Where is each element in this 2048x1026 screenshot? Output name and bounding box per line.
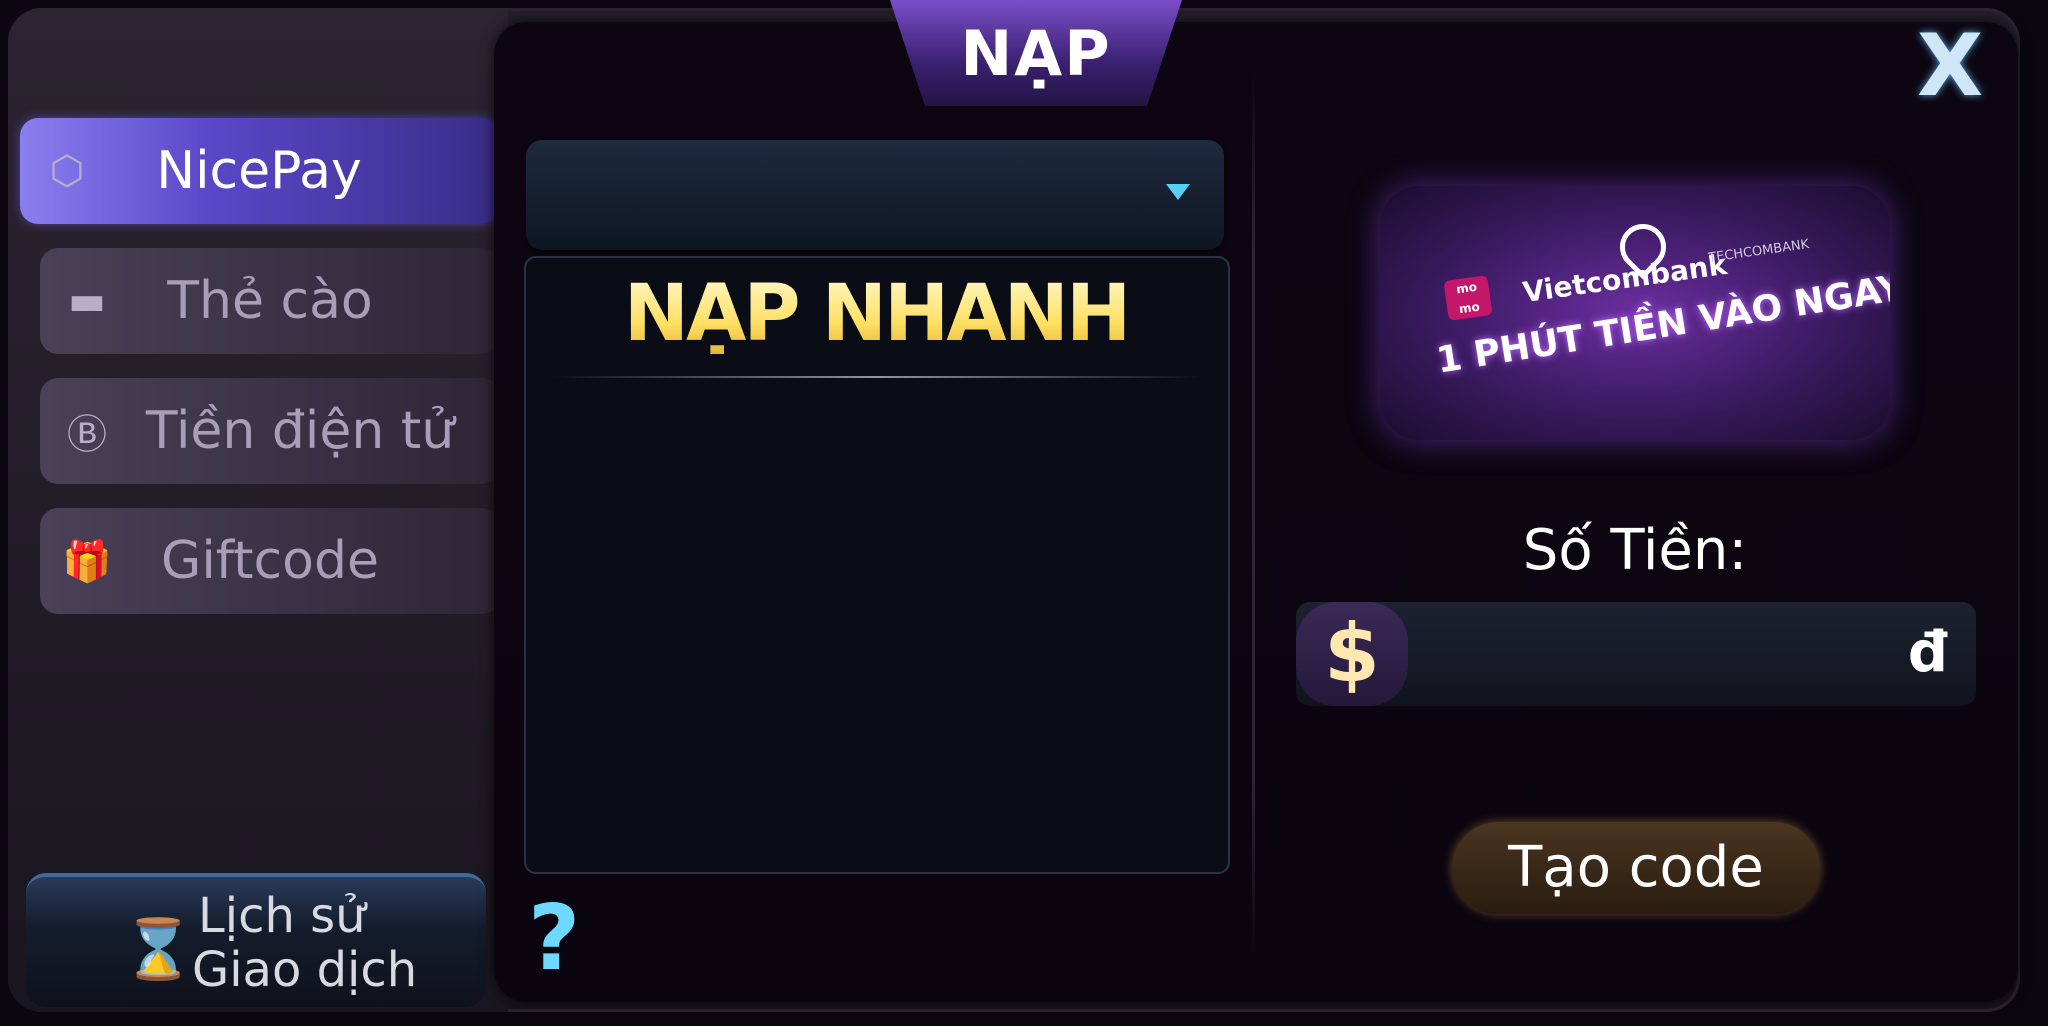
amount-input[interactable]: $ đ	[1296, 602, 1976, 706]
sidebar: ⬡ NicePay ▬ Thẻ cào Ⓑ Tiền điện tử 🎁 Gif…	[8, 8, 508, 1012]
currency-label: đ	[1907, 620, 1948, 685]
banner-brand2: TECHCOMBANK	[1707, 237, 1811, 266]
momo-logo: mo mo	[1443, 275, 1493, 321]
sidebar-item-scratch-card[interactable]: ▬ Thẻ cào	[40, 248, 500, 354]
dollar-icon: $	[1296, 602, 1408, 706]
close-button[interactable]: X	[1908, 23, 1992, 109]
history-label: Lịch sử Giao dịch	[192, 888, 418, 998]
page-title: NẠP	[960, 16, 1112, 90]
amount-label: Số Tiền:	[1522, 518, 1748, 583]
create-code-button[interactable]: Tạo code	[1452, 822, 1820, 914]
transaction-history-button[interactable]: ⌛ Lịch sử Giao dịch	[26, 873, 486, 1007]
sidebar-item-label: NicePay	[156, 141, 362, 201]
sidebar-item-label: Giftcode	[161, 531, 379, 591]
hourglass-icon: ⌛	[122, 915, 195, 983]
divider	[1252, 70, 1255, 960]
sidebar-item-crypto[interactable]: Ⓑ Tiền điện tử	[40, 378, 500, 484]
title-tab: NẠP	[890, 0, 1182, 106]
promo-banner: mo mo Vietcombank TECHCOMBANK 1 PHÚT TIỀ…	[1380, 186, 1890, 440]
help-button[interactable]: ?	[528, 886, 580, 991]
sidebar-item-label: Tiền điện tử	[145, 401, 455, 461]
sidebar-item-nicepay[interactable]: ⬡ NicePay	[20, 118, 498, 224]
method-list: NẠP NHANH 247	[524, 256, 1230, 874]
divider	[550, 376, 1204, 378]
payment-method-dropdown[interactable]	[526, 140, 1224, 250]
sidebar-item-giftcode[interactable]: 🎁 Giftcode	[40, 508, 500, 614]
sidebar-item-label: Thẻ cào	[167, 271, 373, 331]
chevron-down-icon	[1166, 184, 1190, 200]
list-item[interactable]: NẠP NHANH 247	[556, 274, 1196, 434]
